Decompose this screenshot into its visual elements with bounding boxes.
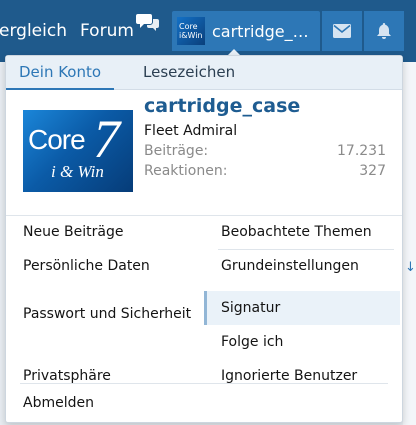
stat-value[interactable]: 327 [359,163,386,179]
top-navigation-bar: ergleich Forum Core i&Win cartridge_c… [0,0,416,62]
account-dropdown-menu: Dein Konto Lesezeichen Core 7 i & Win ca… [5,55,403,423]
chat-bubbles-icon[interactable] [136,12,160,34]
link-grundeinstellungen[interactable]: Grundeinstellungen [204,249,400,283]
link-persoenliche-daten[interactable]: Persönliche Daten [6,249,202,283]
account-username: cartridge_c… [212,21,316,41]
account-menu-trigger[interactable]: Core i&Win cartridge_c… [172,11,320,51]
profile-summary: Core 7 i & Win cartridge_case Fleet Admi… [6,91,402,216]
tab-dein-konto[interactable]: Dein Konto [6,56,115,90]
alerts-button[interactable] [364,11,404,51]
nav-item-vergleich[interactable]: ergleich [0,14,67,48]
avatar-small: Core i&Win [177,17,205,45]
link-beobachtete-themen[interactable]: Beobachtete Themen [204,215,400,249]
stat-row-posts: Beiträge: 17.231 [144,143,386,163]
nav-item-forum[interactable]: Forum [80,14,134,48]
stat-row-reactions: Reaktionen: 327 [144,163,386,183]
menu-tabs: Dein Konto Lesezeichen [6,56,402,90]
link-passwort-sicherheit[interactable]: Passwort und Sicherheit [6,287,202,341]
profile-user-title: Fleet Admiral [144,123,238,139]
account-links: Neue Beiträge Persönliche Daten Passwort… [6,215,402,384]
avatar-core-text: Core [28,124,86,155]
link-neue-beitraege[interactable]: Neue Beiträge [6,215,202,249]
tab-lesezeichen[interactable]: Lesezeichen [130,56,248,89]
stat-value[interactable]: 17.231 [337,143,386,159]
bell-icon [377,23,391,39]
stat-label: Reaktionen: [144,163,228,179]
inbox-button[interactable] [322,11,362,51]
logout-link[interactable]: Abmelden [6,386,402,420]
envelope-icon [333,24,351,38]
divider [20,383,388,384]
profile-username[interactable]: cartridge_case [144,95,300,117]
link-folge-ich[interactable]: Folge ich [204,325,400,359]
stat-label: Beiträge: [144,143,209,159]
link-signatur[interactable]: Signatur [204,291,400,325]
avatar[interactable]: Core 7 i & Win [23,110,133,192]
avatar-sub-text: i & Win [51,162,104,181]
avatar-seven-text: 7 [93,110,120,169]
background-page-edge [403,62,416,425]
background-arrow-icon: ↓ [405,260,416,275]
